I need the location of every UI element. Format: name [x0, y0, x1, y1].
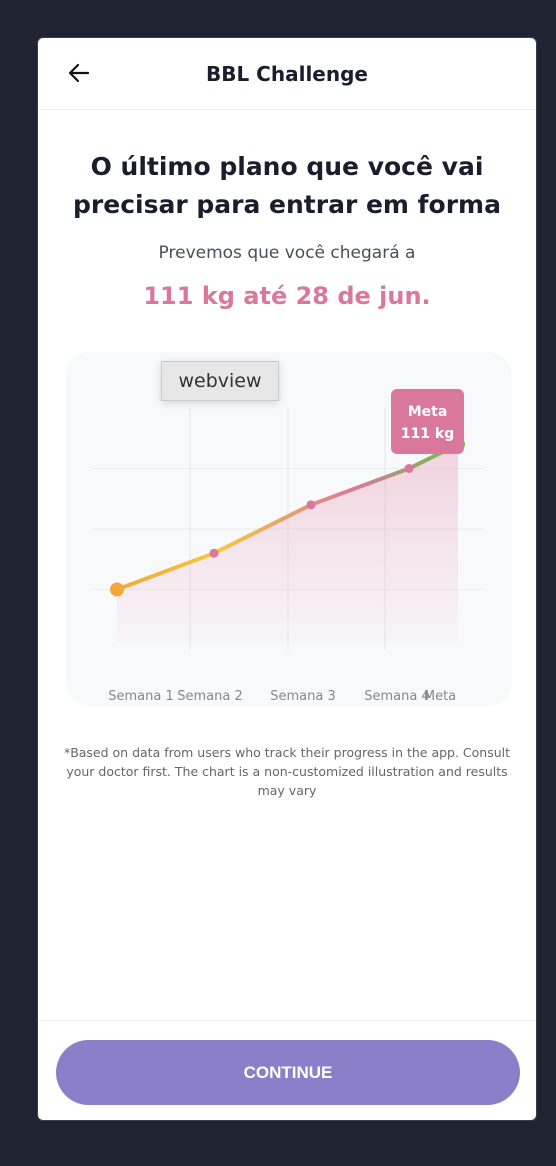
header: BBL Challenge [38, 38, 536, 110]
data-point [306, 500, 316, 510]
meta-badge: Meta 111 kg [391, 389, 464, 454]
disclaimer: *Based on data from users who track thei… [63, 745, 511, 798]
page-title: BBL Challenge [205, 62, 368, 86]
x-tick-label: Semana 2 [177, 689, 243, 704]
footer-divider [38, 1020, 536, 1021]
data-point [209, 548, 219, 558]
x-tick-label: Meta [424, 689, 456, 704]
continue-button[interactable]: CONTINUE [56, 1040, 520, 1105]
x-tick-label: Semana 4 [364, 689, 430, 704]
x-tick-label: Semana 1 [108, 689, 174, 704]
data-point [404, 464, 414, 473]
subtitle: Prevemos que você chegará a [158, 243, 416, 263]
phone-screen: BBL Challenge O último plano que você va… [37, 37, 537, 1121]
meta-value: 111 kg [400, 426, 455, 442]
goal-text: 111 kg até 28 de jun. [143, 282, 431, 310]
headline: O último plano que você vai precisar par… [73, 152, 501, 219]
meta-label: Meta [407, 404, 448, 420]
data-point [110, 582, 124, 597]
x-tick-label: Semana 3 [270, 689, 336, 704]
webview-tooltip: webview [161, 361, 279, 401]
